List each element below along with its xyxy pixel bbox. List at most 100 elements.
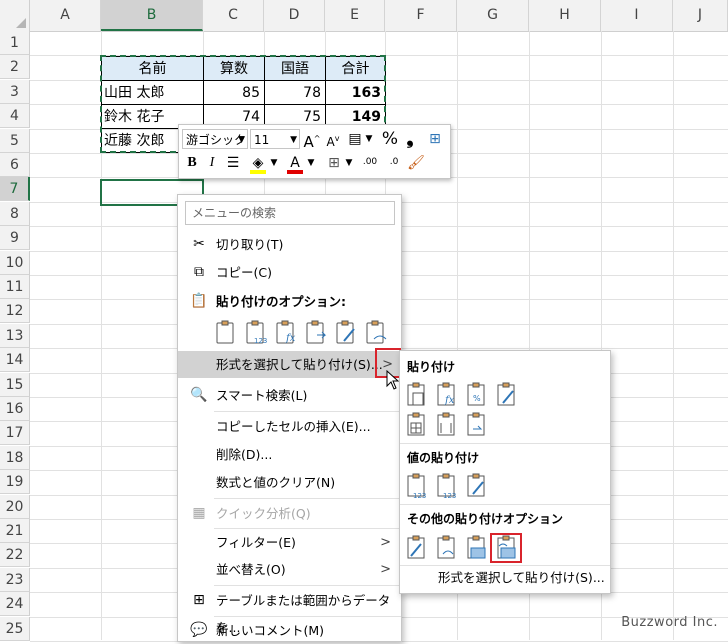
- menu-search-input[interactable]: メニューの検索: [185, 201, 395, 225]
- menu-item-delete[interactable]: 削除(D)...: [178, 441, 401, 468]
- row-header[interactable]: 22: [0, 543, 30, 567]
- shrink-font-button[interactable]: Av: [324, 129, 342, 152]
- column-header-c[interactable]: C: [203, 0, 264, 31]
- row-header[interactable]: 10: [0, 251, 30, 275]
- column-header-j[interactable]: J: [673, 0, 728, 31]
- row-header[interactable]: 5: [0, 129, 30, 153]
- font-size-dropdown[interactable]: 11 ▼: [250, 129, 300, 149]
- menu-item-copy[interactable]: ⧉ コピー(C): [178, 259, 401, 286]
- accounting-format-icon[interactable]: ▤: [346, 129, 364, 149]
- increase-decimal-button[interactable]: .00: [359, 155, 381, 169]
- row-header[interactable]: 12: [0, 299, 30, 323]
- svg-text:123: 123: [443, 492, 456, 500]
- menu-item-label: 並べ替え(O): [216, 562, 286, 577]
- chevron-down-icon[interactable]: ▼: [269, 153, 279, 173]
- menu-item-label: 数式と値のクリア(N): [216, 475, 336, 490]
- row-header[interactable]: 19: [0, 470, 30, 494]
- submenu-other-header: その他の貼り付けオプション: [407, 512, 564, 526]
- chevron-down-icon: ▼: [290, 135, 297, 145]
- svg-text:fx: fx: [444, 395, 455, 406]
- linked-picture-highlight-box[interactable]: [490, 533, 522, 563]
- row-header[interactable]: 4: [0, 104, 30, 128]
- row-header[interactable]: 24: [0, 592, 30, 616]
- menu-item-quick-analysis: ▦ クイック分析(Q): [178, 500, 401, 527]
- row-header[interactable]: 1: [0, 31, 30, 55]
- format-painter-box-icon[interactable]: ⊞: [426, 129, 444, 149]
- watermark: Buzzword Inc.: [621, 615, 718, 630]
- menu-item-label: コピー(C): [216, 265, 272, 280]
- menu-item-table-range[interactable]: ⊞ テーブルまたは範囲からデータを...: [178, 587, 401, 635]
- submenu-paste-header: 貼り付け: [407, 360, 456, 374]
- menu-item-sort[interactable]: 並べ替え(O) >: [178, 556, 401, 583]
- comma-style-button[interactable]: ❟: [403, 129, 417, 149]
- row-header[interactable]: 2: [0, 55, 30, 79]
- chevron-right-icon: >: [380, 535, 391, 550]
- row-header[interactable]: 23: [0, 568, 30, 592]
- grow-font-button[interactable]: A^: [303, 129, 321, 152]
- row-header[interactable]: 25: [0, 617, 30, 641]
- paste-special-submenu: 貼り付け fx % 値の貼り付け 123 123 その他の貼り付けオプション 形…: [399, 350, 611, 594]
- menu-item-label: コピーしたセルの挿入(E)...: [216, 419, 371, 434]
- menu-item-cut[interactable]: ✂ 切り取り(T): [178, 231, 401, 258]
- row-header[interactable]: 17: [0, 421, 30, 445]
- menu-item-insert-copied[interactable]: コピーしたセルの挿入(E)...: [178, 413, 401, 440]
- align-center-icon[interactable]: ☰: [225, 153, 241, 173]
- context-menu: メニューの検索 ✂ 切り取り(T) ⧉ コピー(C) 📋 貼り付けのオプション:…: [177, 194, 402, 642]
- menu-item-label: 貼り付けのオプション:: [216, 294, 346, 309]
- column-header-i[interactable]: I: [601, 0, 673, 31]
- font-color-button[interactable]: A: [286, 153, 304, 174]
- percent-button[interactable]: %: [381, 129, 399, 149]
- svg-text:123: 123: [413, 492, 426, 500]
- row-header[interactable]: 11: [0, 275, 30, 299]
- svg-text:fx: fx: [285, 333, 296, 344]
- bold-button[interactable]: B: [184, 153, 200, 173]
- menu-item-paste-special[interactable]: 形式を選択して貼り付け(S)... >: [178, 351, 401, 378]
- row-header[interactable]: 15: [0, 373, 30, 397]
- scissors-icon: ✂: [193, 236, 205, 252]
- row-header[interactable]: 9: [0, 226, 30, 250]
- column-header-b[interactable]: B: [101, 0, 203, 31]
- quick-analysis-icon: ▦: [192, 505, 206, 521]
- menu-item-label: フィルター(E): [216, 535, 296, 550]
- menu-item-label: 切り取り(T): [216, 237, 284, 252]
- font-name-value: 游ゴシック: [186, 133, 247, 147]
- column-header-g[interactable]: G: [457, 0, 529, 31]
- italic-button[interactable]: I: [204, 153, 220, 173]
- font-color-letter: A: [290, 155, 300, 171]
- row-header[interactable]: 14: [0, 348, 30, 372]
- mouse-cursor-icon: [386, 370, 400, 390]
- row-header[interactable]: 13: [0, 324, 30, 348]
- menu-item-clear[interactable]: 数式と値のクリア(N): [178, 469, 401, 496]
- svg-text:%: %: [473, 394, 481, 403]
- select-all-corner[interactable]: [0, 0, 30, 31]
- row-header[interactable]: 20: [0, 495, 30, 519]
- menu-item-label: 形式を選択して貼り付け(S)...: [216, 357, 383, 372]
- row-header[interactable]: 7: [0, 177, 30, 201]
- column-header-a[interactable]: A: [30, 0, 101, 31]
- column-header-d[interactable]: D: [264, 0, 325, 31]
- menu-item-label: スマート検索(L): [216, 388, 308, 403]
- chevron-down-icon[interactable]: ▼: [344, 153, 354, 173]
- format-painter-icon[interactable]: 🖌: [407, 153, 425, 173]
- chevron-down-icon[interactable]: ▼: [306, 153, 316, 173]
- menu-item-filter[interactable]: フィルター(E) >: [178, 529, 401, 556]
- column-header-e[interactable]: E: [325, 0, 385, 31]
- decrease-decimal-button[interactable]: .0: [383, 155, 405, 169]
- menu-item-smart-lookup[interactable]: 🔍 スマート検索(L): [178, 382, 401, 409]
- fill-color-icon[interactable]: ◈: [249, 153, 267, 174]
- row-header[interactable]: 18: [0, 446, 30, 470]
- row-header[interactable]: 3: [0, 80, 30, 104]
- row-header[interactable]: 8: [0, 202, 30, 226]
- chevron-down-icon[interactable]: ▼: [364, 129, 374, 149]
- row-header[interactable]: 6: [0, 153, 30, 177]
- menu-item-label: 削除(D)...: [216, 447, 273, 462]
- row-header[interactable]: 16: [0, 397, 30, 421]
- paste-options-icons: 123 fx: [214, 319, 394, 347]
- submenu-paste-special-item[interactable]: 形式を選択して貼り付け(S)...: [438, 569, 605, 587]
- row-header[interactable]: 21: [0, 519, 30, 543]
- font-name-dropdown[interactable]: 游ゴシック ▼: [182, 129, 248, 149]
- borders-icon[interactable]: ⊞: [325, 153, 343, 173]
- copy-icon: ⧉: [194, 264, 204, 280]
- column-header-f[interactable]: F: [385, 0, 457, 31]
- column-header-h[interactable]: H: [529, 0, 601, 31]
